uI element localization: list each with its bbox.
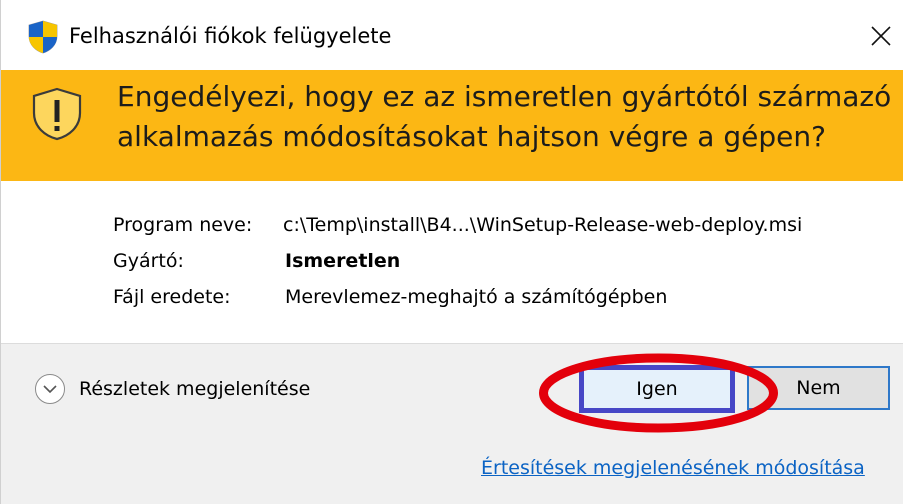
uac-dialog: Felhasználói fiókok felügyelete Engedély… <box>0 0 903 504</box>
banner-question: Engedélyezi, hogy ez az ismeretlen gyárt… <box>117 80 892 153</box>
info-label: Program neve: <box>113 214 253 236</box>
close-icon <box>871 26 891 46</box>
info-value: Ismeretlen <box>285 250 401 272</box>
show-details-toggle[interactable]: Részletek megjelenítése <box>35 372 310 406</box>
title-bar: Felhasználói fiókok felügyelete <box>1 0 903 70</box>
expand-circle <box>35 374 65 404</box>
no-button[interactable]: Nem <box>747 366 890 410</box>
window-title: Felhasználói fiókok felügyelete <box>69 24 392 48</box>
warning-shield-icon <box>32 87 82 141</box>
info-value: Merevlemez-meghajtó a számítógépben <box>285 286 668 308</box>
chevron-down-icon <box>43 385 57 394</box>
uac-shield-icon <box>28 20 58 54</box>
change-notification-settings-link[interactable]: Értesítések megjelenésének módosítása <box>481 457 865 479</box>
info-label: Fájl eredete: <box>113 286 231 308</box>
info-label: Gyártó: <box>113 250 184 272</box>
close-button[interactable] <box>861 16 901 56</box>
show-details-label: Részletek megjelenítése <box>79 378 311 400</box>
yes-button[interactable]: Igen <box>579 365 735 413</box>
info-value: c:\Temp\install\B4...\WinSetup-Release-w… <box>283 214 803 236</box>
